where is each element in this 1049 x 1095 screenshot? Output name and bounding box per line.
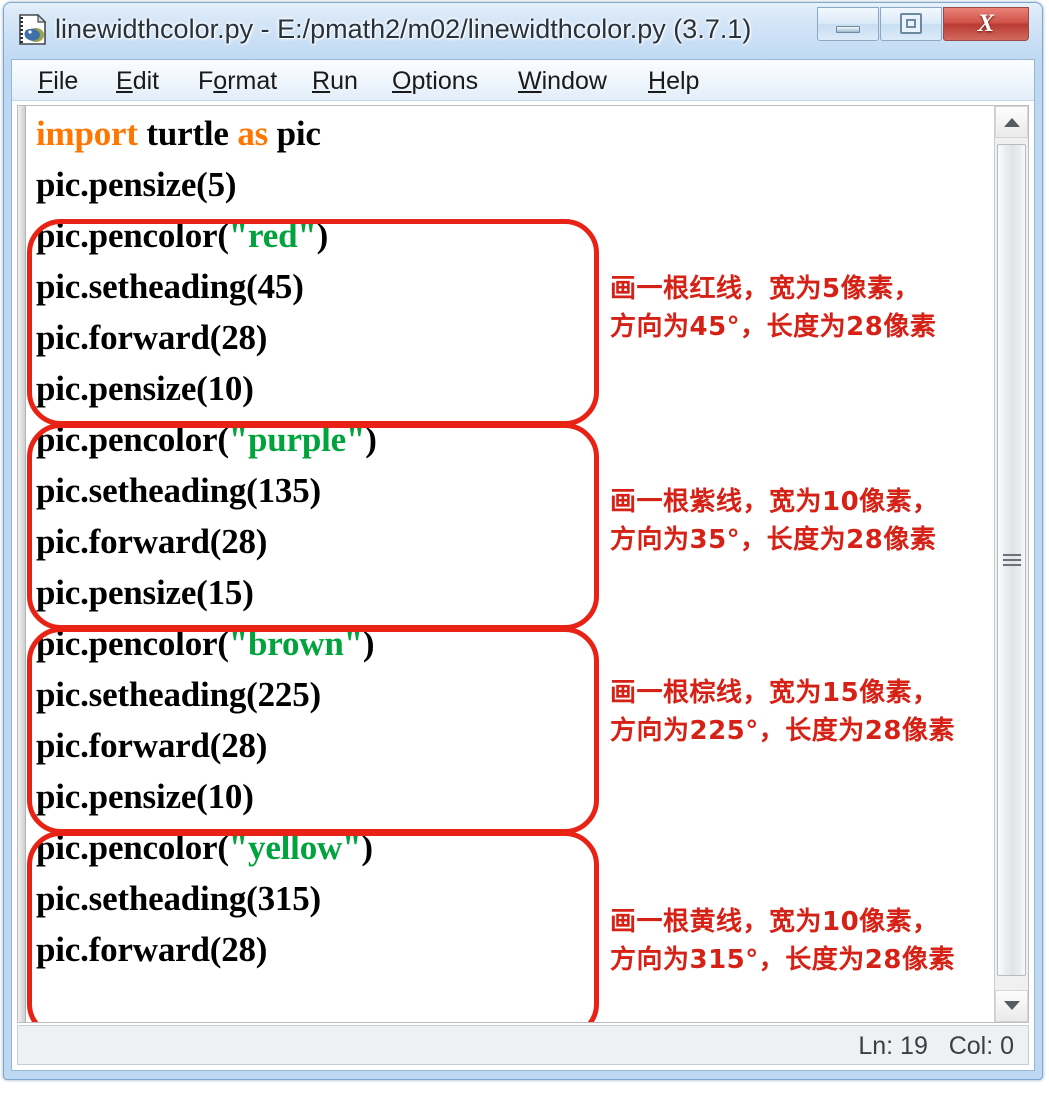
code-line: pic.forward(28) — [36, 318, 268, 357]
minimize-icon — [836, 26, 860, 33]
minimize-button[interactable] — [817, 7, 879, 41]
code-fragment: ) — [362, 624, 375, 663]
alias-name: pic — [268, 114, 321, 153]
string-literal: "brown" — [228, 624, 363, 663]
string-literal: "purple" — [228, 420, 366, 459]
scroll-down-button[interactable] — [995, 990, 1028, 1022]
code-fragment: ) — [365, 420, 377, 459]
status-bar: Ln: 19 Col: 0 — [17, 1025, 1029, 1065]
keyword-import: import — [36, 114, 138, 153]
chevron-down-icon — [1003, 1001, 1020, 1010]
menu-item-file[interactable]: File — [38, 66, 78, 96]
code-line: pic.pencolor("red") — [36, 210, 596, 261]
annotation-brown-line: 画一根棕线，宽为15像素， 方向为225°，长度为28像素 — [610, 678, 955, 746]
module-name: turtle — [137, 114, 238, 153]
code-fragment: pic.pencolor( — [36, 420, 229, 459]
maximize-button[interactable] — [880, 7, 942, 41]
title-bar[interactable]: linewidthcolor.py - E:/pmath2/m02/linewi… — [3, 2, 1043, 58]
code-line: pic.forward(28) — [36, 726, 268, 765]
scroll-up-button[interactable] — [995, 106, 1028, 138]
window-title: linewidthcolor.py - E:/pmath2/m02/linewi… — [55, 14, 752, 44]
code-fragment: pic.pencolor( — [36, 828, 229, 867]
code-line: pic.forward(28) — [36, 930, 268, 969]
code-line: pic.pensize(5) — [36, 165, 237, 204]
menu-item-run[interactable]: Run — [312, 66, 358, 96]
python-file-icon — [19, 14, 47, 45]
code-fragment: pic.pencolor( — [36, 216, 229, 255]
code-line: pic.setheading(135) — [36, 471, 321, 510]
scrollbar-thumb[interactable] — [997, 144, 1026, 976]
close-button[interactable]: X — [943, 7, 1029, 41]
code-line: pic.setheading(45) — [36, 267, 304, 306]
annotation-purple-line: 画一根紫线，宽为10像素， 方向为35°，长度为28像素 — [610, 487, 939, 555]
annotation-red-line: 画一根红线，宽为5像素， 方向为45°，长度为28像素 — [610, 274, 937, 342]
code-line: pic.pencolor("yellow") — [36, 822, 596, 873]
maximize-icon — [900, 13, 922, 34]
idle-window: linewidthcolor.py - E:/pmath2/m02/linewi… — [3, 2, 1043, 1080]
annotation-yellow-line: 画一根黄线，宽为10像素， 方向为315°，长度为28像素 — [610, 907, 955, 975]
code-line: pic.forward(28) — [36, 522, 268, 561]
code-line: pic.pensize(15) — [36, 573, 254, 612]
scrollbar-grip-icon — [1002, 554, 1021, 566]
menu-item-window[interactable]: Window — [518, 66, 607, 96]
cursor-position-indicator: Ln: 19 Col: 0 — [858, 1032, 1014, 1060]
vertical-scrollbar[interactable] — [994, 106, 1028, 1022]
code-line: pic.setheading(225) — [36, 675, 321, 714]
menu-item-options[interactable]: Options — [392, 66, 478, 96]
code-line: pic.pensize(10) — [36, 777, 254, 816]
application-client-area: File Edit Format Run Options Window Help… — [11, 59, 1035, 1071]
code-fragment: ) — [361, 828, 373, 867]
menu-item-edit[interactable]: Edit — [116, 66, 159, 96]
string-literal: "yellow" — [228, 828, 362, 867]
source-code[interactable]: import turtle as pic pic.pensize(5) pic.… — [36, 108, 596, 975]
menu-item-format[interactable]: Format — [198, 66, 277, 96]
close-icon: X — [977, 10, 995, 37]
editor-gutter — [18, 106, 26, 1022]
keyword-as: as — [237, 114, 269, 153]
menu-bar: File Edit Format Run Options Window Help — [12, 60, 1034, 101]
code-line: pic.pensize(10) — [36, 369, 254, 408]
code-fragment: pic.pencolor( — [36, 624, 229, 663]
chevron-up-icon — [1003, 118, 1020, 127]
code-editor[interactable]: import turtle as pic pic.pensize(5) pic.… — [17, 105, 1029, 1023]
code-line: pic.pencolor("brown") — [36, 618, 596, 669]
code-line-import: import turtle as pic — [36, 108, 596, 159]
code-fragment: ) — [316, 216, 329, 255]
string-literal: "red" — [228, 216, 317, 255]
code-line: pic.pencolor("purple") — [36, 414, 596, 465]
menu-item-help[interactable]: Help — [648, 66, 699, 96]
code-line: pic.setheading(315) — [36, 879, 321, 918]
